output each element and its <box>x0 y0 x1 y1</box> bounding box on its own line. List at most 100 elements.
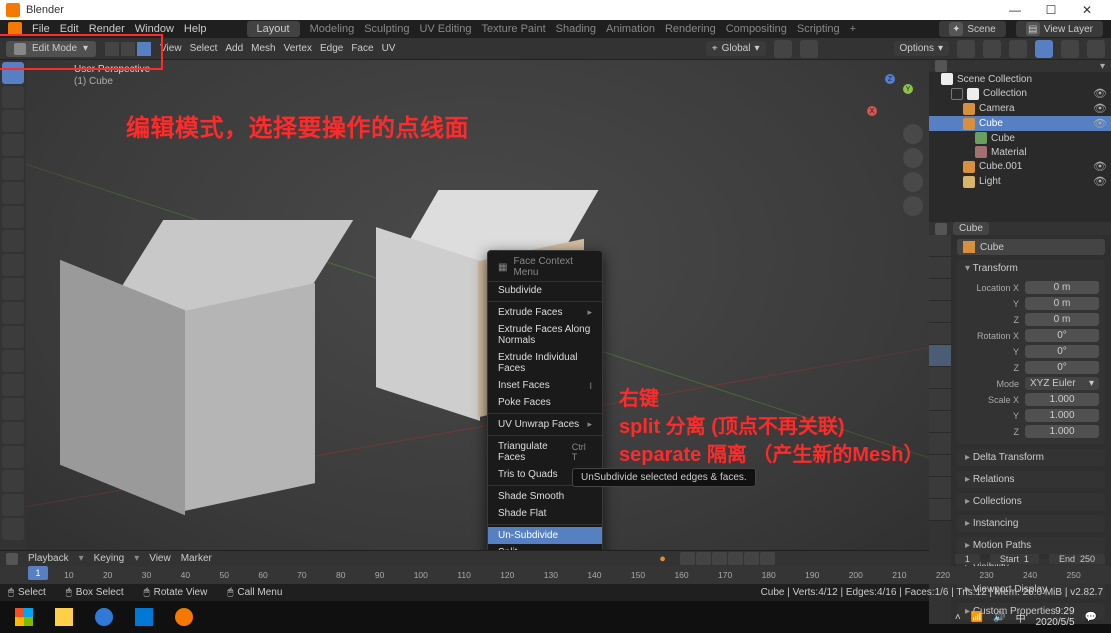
section-relations[interactable]: Relations <box>957 471 1105 488</box>
ptab-physics[interactable] <box>929 411 951 433</box>
tool-inset[interactable] <box>2 302 24 324</box>
visibility-toggle[interactable]: 👁 <box>1093 117 1107 130</box>
end-frame-field[interactable]: End 250 <box>1049 554 1105 564</box>
menu-extrude-normals[interactable]: Extrude Faces Along Normals <box>488 321 602 349</box>
shading-rendered[interactable] <box>1087 40 1105 58</box>
location-z-field[interactable]: 0 m <box>1025 313 1099 326</box>
scale-z-field[interactable]: 1.000 <box>1025 425 1099 438</box>
workspace-shading[interactable]: Shading <box>556 23 596 35</box>
menu-extrude-faces[interactable]: Extrude Faces▸ <box>488 304 602 321</box>
section-instancing[interactable]: Instancing <box>957 515 1105 532</box>
overlays-toggle[interactable] <box>957 40 975 58</box>
tool-add-cube[interactable] <box>2 254 24 276</box>
location-y-field[interactable]: 0 m <box>1025 297 1099 310</box>
start-button[interactable] <box>4 601 44 633</box>
menu-inset[interactable]: Inset FacesI <box>488 377 602 394</box>
ptab-scene[interactable] <box>929 301 951 323</box>
visibility-toggle[interactable]: 👁 <box>1093 160 1107 173</box>
workspace-texturepaint[interactable]: Texture Paint <box>481 23 545 35</box>
header-vertex[interactable]: Vertex <box>284 43 312 54</box>
gizmo-y[interactable]: Y <box>903 84 913 94</box>
workspace-animation[interactable]: Animation <box>606 23 655 35</box>
mesh-cube-001[interactable] <box>60 220 320 500</box>
menu-subdivide[interactable]: Subdivide <box>488 282 602 299</box>
options-dropdown[interactable]: Options▾ <box>894 41 950 56</box>
timeline-marker[interactable]: Marker <box>181 553 212 564</box>
keyframe-prev-button[interactable] <box>696 552 711 565</box>
menu-edit[interactable]: Edit <box>60 23 79 35</box>
header-uv[interactable]: UV <box>382 43 396 54</box>
tool-polybuild[interactable] <box>2 398 24 420</box>
shading-wire[interactable] <box>1009 40 1027 58</box>
outliner-scene-collection[interactable]: Scene Collection <box>929 72 1111 86</box>
proportional-edit-toggle[interactable] <box>800 40 818 58</box>
properties-object-name[interactable]: Cube <box>953 222 989 235</box>
tool-rip[interactable] <box>2 518 24 540</box>
ptab-object[interactable] <box>929 345 951 367</box>
workspace-uvediting[interactable]: UV Editing <box>419 23 471 35</box>
ptab-output[interactable] <box>929 257 951 279</box>
timeline-ruler[interactable]: 1 01020304050607080901001101201301401501… <box>0 566 1111 584</box>
jump-end-button[interactable] <box>760 552 775 565</box>
outliner-material[interactable]: Material <box>929 145 1111 159</box>
keyframe-next-button[interactable] <box>744 552 759 565</box>
persp-toggle-gizmo[interactable] <box>903 196 923 216</box>
vertex-select-mode[interactable] <box>104 41 120 57</box>
timeline-view[interactable]: View <box>149 553 171 564</box>
section-collections[interactable]: Collections <box>957 493 1105 510</box>
start-frame-field[interactable]: Start 1 <box>990 554 1039 564</box>
menu-poke[interactable]: Poke Faces <box>488 394 602 411</box>
outliner-cube-mesh[interactable]: Cube <box>929 131 1111 145</box>
menu-window[interactable]: Window <box>135 23 174 35</box>
ptab-constraints[interactable] <box>929 433 951 455</box>
workspace-modeling[interactable]: Modeling <box>310 23 355 35</box>
tray-overflow-icon[interactable]: ˄ <box>955 612 961 623</box>
rotation-z-field[interactable]: 0° <box>1025 361 1099 374</box>
menu-shade-flat[interactable]: Shade Flat <box>488 505 602 522</box>
window-close-button[interactable]: ✕ <box>1069 0 1105 20</box>
visibility-toggle[interactable]: 👁 <box>1093 175 1107 188</box>
camera-gizmo[interactable] <box>903 172 923 192</box>
gizmo-x[interactable]: X <box>867 106 877 116</box>
workspace-sculpting[interactable]: Sculpting <box>364 23 409 35</box>
location-x-field[interactable]: 0 m <box>1025 281 1099 294</box>
tool-cursor[interactable] <box>2 86 24 108</box>
gizmo-z[interactable]: Z <box>885 74 895 84</box>
play-reverse-button[interactable] <box>712 552 727 565</box>
menu-uv-unwrap[interactable]: UV Unwrap Faces▸ <box>488 416 602 433</box>
play-button[interactable] <box>728 552 743 565</box>
scene-selector[interactable]: ✦ Scene <box>939 21 1005 37</box>
xray-toggle[interactable] <box>983 40 1001 58</box>
window-minimize-button[interactable]: — <box>997 0 1033 20</box>
ptab-particles[interactable] <box>929 389 951 411</box>
outliner-cube001[interactable]: Cube.001👁 <box>929 159 1111 174</box>
face-select-mode[interactable] <box>136 41 152 57</box>
tray-sound-icon[interactable]: 🔊 <box>993 612 1005 623</box>
menu-unsubdivide[interactable]: Un-Subdivide <box>488 527 602 544</box>
pan-gizmo[interactable] <box>903 148 923 168</box>
navigation-gizmo[interactable]: Z Y X <box>867 74 913 120</box>
scale-x-field[interactable]: 1.000 <box>1025 393 1099 406</box>
task-vscode[interactable] <box>124 601 164 633</box>
outliner-light[interactable]: Light👁 <box>929 174 1111 189</box>
tool-shrink[interactable] <box>2 494 24 516</box>
rotation-x-field[interactable]: 0° <box>1025 329 1099 342</box>
header-face[interactable]: Face <box>351 43 373 54</box>
system-tray[interactable]: ˄ 📶 🔊 中 9:292020/5/5 💬 <box>955 606 1107 628</box>
task-blender[interactable] <box>164 601 204 633</box>
menu-triangulate[interactable]: Triangulate FacesCtrl T <box>488 438 602 466</box>
tool-smooth[interactable] <box>2 446 24 468</box>
scale-y-field[interactable]: 1.000 <box>1025 409 1099 422</box>
ptab-render[interactable] <box>929 235 951 257</box>
menu-file[interactable]: File <box>32 23 50 35</box>
tool-extrude[interactable] <box>2 278 24 300</box>
section-delta[interactable]: Delta Transform <box>957 449 1105 466</box>
header-view[interactable]: View <box>160 43 182 54</box>
tool-spin[interactable] <box>2 422 24 444</box>
menu-help[interactable]: Help <box>184 23 207 35</box>
tool-measure[interactable] <box>2 230 24 252</box>
task-explorer[interactable] <box>44 601 84 633</box>
ptab-texture[interactable] <box>929 499 951 521</box>
section-transform-title[interactable]: Transform <box>957 260 1105 277</box>
menu-render[interactable]: Render <box>89 23 125 35</box>
